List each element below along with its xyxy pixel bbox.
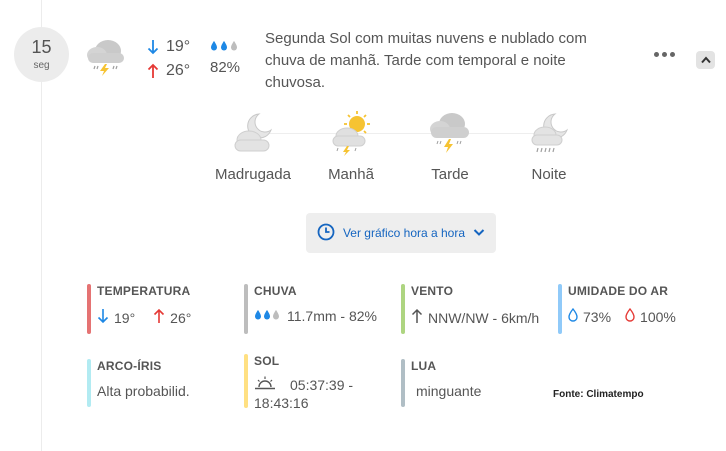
summary-temp-min: 19°	[166, 38, 191, 55]
source-label: Fonte: Climatempo	[553, 389, 644, 400]
collapse-button[interactable]	[696, 51, 715, 69]
sun-cloud-storm-icon	[301, 108, 401, 158]
period-label: Madrugada	[215, 166, 291, 183]
rain-value: 11.7mm - 82%	[287, 308, 377, 324]
cloud-storm-icon	[400, 108, 500, 158]
arrow-down-icon	[147, 39, 161, 55]
chevron-down-icon	[473, 226, 485, 240]
moon-card: LUA minguante	[401, 359, 541, 407]
clock-icon	[317, 223, 335, 244]
moon-title: LUA	[411, 359, 437, 373]
moon-bar	[401, 359, 405, 407]
arrow-up-icon	[153, 308, 165, 327]
cloud-lightning-rain-icon	[84, 33, 128, 77]
date-badge: 15 seg	[14, 27, 69, 82]
period-tarde: Tarde	[400, 108, 500, 183]
hourly-chart-button[interactable]: Ver gráfico hora a hora	[306, 213, 496, 253]
wind-card: VENTO NNW/NW - 6km/h	[401, 284, 551, 334]
period-noite: Noite	[499, 108, 599, 183]
wind-bar	[401, 284, 405, 334]
humidity-card: UMIDADE DO AR 73% 100%	[558, 284, 708, 334]
wind-value: NNW/NW - 6km/h	[428, 309, 540, 326]
chevron-up-icon	[700, 51, 711, 69]
temperature-bar	[87, 284, 91, 334]
sunrise-icon	[254, 376, 276, 393]
sun-times-end: 18:43:16	[254, 395, 309, 411]
sun-card: SOL 05:37:39 - 18:43:16	[244, 354, 394, 411]
rainbow-card: ARCO-ÍRIS Alta probabilid.	[87, 359, 237, 407]
summary-temperatures: 19° 26°	[147, 35, 190, 83]
temperature-max: 26°	[170, 309, 192, 326]
temperature-title: TEMPERATURA	[97, 284, 191, 298]
drop-outline-icon	[568, 307, 578, 325]
rain-drops-icon	[210, 37, 240, 55]
wind-title: VENTO	[411, 284, 454, 298]
rain-values: 11.7mm - 82%	[254, 308, 394, 324]
arrow-up-icon	[147, 63, 161, 79]
humidity-values: 73% 100%	[568, 307, 708, 325]
moon-cloud-icon	[203, 108, 303, 158]
moon-value: minguante	[416, 383, 482, 399]
period-madrugada: Madrugada	[203, 108, 303, 183]
humidity-title: UMIDADE DO AR	[568, 284, 669, 298]
rain-drops-icon	[254, 308, 282, 324]
rain-title: CHUVA	[254, 284, 297, 298]
sun-times-start: 05:37:39 -	[290, 376, 354, 393]
sun-bar	[244, 354, 248, 408]
temperature-card: TEMPERATURA 19° 26°	[87, 284, 237, 334]
temperature-values: 19° 26°	[97, 308, 237, 327]
date-weekday: seg	[33, 60, 50, 71]
arrow-down-icon	[97, 308, 109, 327]
rainbow-bar	[87, 359, 91, 407]
sun-values: 05:37:39 -	[254, 376, 394, 393]
summary-rain-probability: 82%	[210, 59, 241, 76]
period-manha: Manhã	[301, 108, 401, 183]
wind-values: NNW/NW - 6km/h	[411, 308, 551, 327]
more-options-button[interactable]	[654, 52, 675, 57]
sun-title: SOL	[254, 354, 280, 368]
humidity-max: 100%	[640, 308, 676, 325]
rain-bar	[244, 284, 248, 334]
summary-temp-max: 26°	[166, 62, 191, 79]
rainbow-value: Alta probabilid.	[97, 383, 190, 399]
wind-direction-icon	[411, 308, 423, 327]
period-label: Manhã	[328, 166, 374, 183]
humidity-min: 73%	[583, 308, 612, 325]
summary-rain: 82%	[210, 37, 240, 76]
rainbow-title: ARCO-ÍRIS	[97, 359, 162, 373]
dot-icon	[662, 52, 667, 57]
humidity-bar	[558, 284, 562, 334]
dot-icon	[670, 52, 675, 57]
rain-card: CHUVA 11.7mm - 82%	[244, 284, 394, 334]
dot-icon	[654, 52, 659, 57]
moon-cloud-rain-icon	[499, 108, 599, 158]
hourly-chart-label: Ver gráfico hora a hora	[342, 226, 466, 240]
period-label: Tarde	[431, 166, 469, 183]
day-description: Segunda Sol com muitas nuvens e nublado …	[265, 30, 587, 91]
temperature-min: 19°	[114, 309, 136, 326]
period-label: Noite	[531, 166, 567, 183]
drop-outline-icon	[625, 307, 635, 325]
date-day: 15	[31, 37, 52, 57]
